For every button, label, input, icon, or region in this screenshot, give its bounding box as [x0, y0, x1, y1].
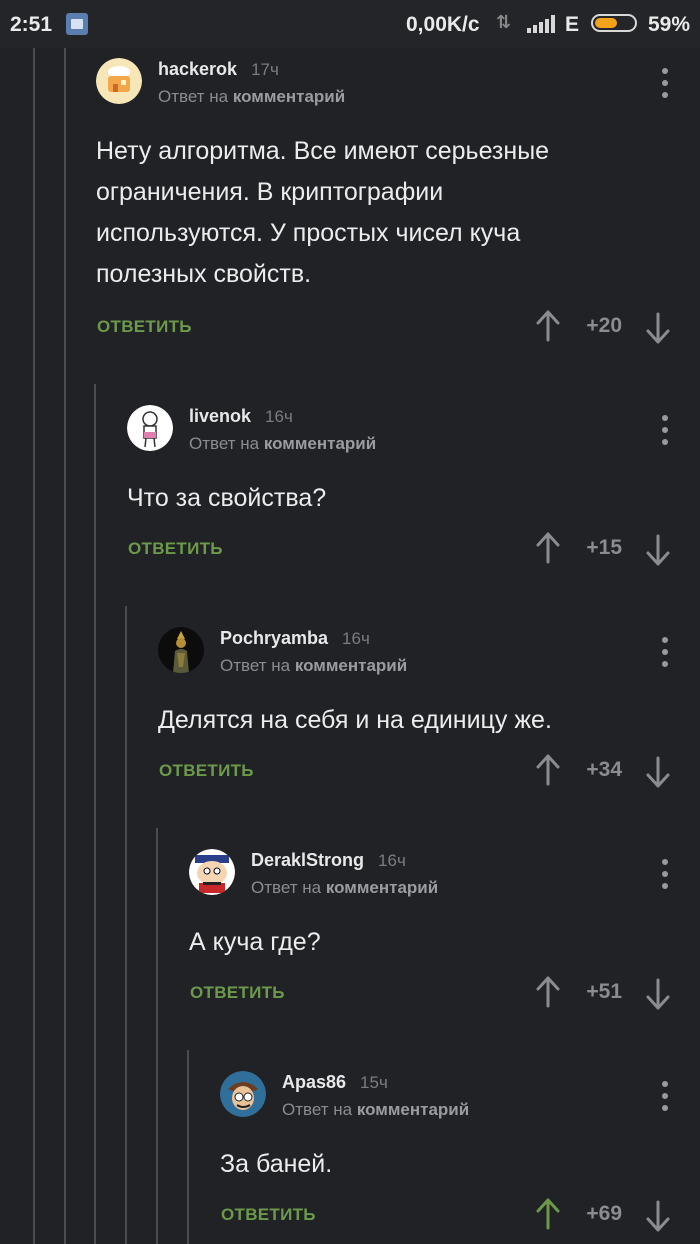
signal-icon [527, 15, 557, 33]
battery-percent: 59% [648, 13, 691, 36]
downvote-icon[interactable] [646, 312, 670, 344]
author-name[interactable]: Pochryamba 16ч [220, 628, 370, 649]
status-time: 2:51 [10, 13, 53, 36]
reply-target-link[interactable]: комментарий [295, 656, 407, 675]
status-bar: 2:51 0,00K/c ⇅ E 59% [0, 0, 700, 48]
reply-button[interactable]: ОТВЕТИТЬ [97, 317, 192, 337]
downvote-icon[interactable] [646, 978, 670, 1010]
battery-level [595, 18, 617, 28]
author-name[interactable]: hackerok 17ч [158, 59, 279, 80]
author-name[interactable]: livenok 16ч [189, 406, 293, 427]
upvote-icon[interactable] [536, 532, 560, 564]
comment-text: Что за свойства? [127, 484, 327, 512]
vote-score: +69 [586, 1202, 622, 1225]
reply-meta: Ответ на комментарий [220, 656, 408, 675]
reply-meta: Ответ на комментарий [189, 434, 377, 453]
reply-target-link[interactable]: комментарий [264, 434, 376, 453]
upvote-icon[interactable] [536, 1198, 560, 1230]
downvote-icon[interactable] [646, 1200, 670, 1232]
thread-line [94, 384, 96, 1244]
comment-text: Нету алгоритма. Все имеют серьезные огра… [96, 137, 550, 288]
vote-score: +51 [586, 980, 622, 1003]
battery-icon [591, 14, 637, 32]
vote-score: +20 [586, 314, 622, 337]
upvote-icon[interactable] [536, 310, 560, 342]
comment: DeraklStrong 16ч Ответ на комментарий А к… [189, 849, 700, 1024]
author-name[interactable]: Apas86 15ч [282, 1072, 388, 1093]
data-transfer-icon: ⇅ [496, 12, 512, 32]
comment: hackerok 17ч Ответ на комментарий Нету ал… [96, 58, 700, 358]
reply-button[interactable]: ОТВЕТИТЬ [128, 539, 223, 559]
thread-line [125, 606, 127, 1244]
reply-meta: Ответ на комментарий [251, 878, 439, 897]
network-speed: 0,00K/c [406, 13, 480, 36]
upvote-icon[interactable] [536, 754, 560, 786]
comment-text: А куча где? [189, 928, 321, 956]
reply-target-link[interactable]: комментарий [357, 1100, 469, 1119]
vote-score: +15 [586, 536, 622, 559]
upvote-icon[interactable] [536, 976, 560, 1008]
avatar[interactable] [189, 849, 235, 895]
reply-button[interactable]: ОТВЕТИТЬ [221, 1205, 316, 1225]
avatar[interactable] [127, 405, 173, 451]
downvote-icon[interactable] [646, 756, 670, 788]
comment-time: 15ч [360, 1073, 388, 1092]
network-type: E [565, 13, 580, 36]
reply-target-link[interactable]: комментарий [326, 878, 438, 897]
reply-meta: Ответ на комментарий [158, 87, 346, 106]
reply-meta: Ответ на комментарий [282, 1100, 470, 1119]
more-options-icon[interactable] [662, 859, 668, 889]
comment-time: 16ч [378, 851, 406, 870]
downvote-icon[interactable] [646, 534, 670, 566]
comment-time: 16ч [265, 407, 293, 426]
comment: Pochryamba 16ч Ответ на комментарий Делят… [158, 627, 700, 802]
more-options-icon[interactable] [662, 1081, 668, 1111]
more-options-icon[interactable] [662, 415, 668, 445]
comment-time: 17ч [251, 60, 279, 79]
thread-line [64, 48, 66, 1244]
vote-score: +34 [586, 758, 622, 781]
comment: Apas86 15ч Ответ на комментарий За баней.… [220, 1071, 700, 1244]
avatar[interactable] [220, 1071, 266, 1117]
more-options-icon[interactable] [662, 68, 668, 98]
author-name[interactable]: DeraklStrong 16ч [251, 850, 406, 871]
more-options-icon[interactable] [662, 637, 668, 667]
notification-icon [66, 13, 88, 35]
reply-button[interactable]: ОТВЕТИТЬ [159, 761, 254, 781]
reply-target-link[interactable]: комментарий [233, 87, 345, 106]
comment: livenok 16ч Ответ на комментарий Что за с… [127, 405, 700, 580]
comment-text: За баней. [220, 1150, 333, 1178]
comment-text: Делятся на себя и на единицу же. [158, 706, 552, 734]
reply-button[interactable]: ОТВЕТИТЬ [190, 983, 285, 1003]
thread-line [33, 48, 35, 1244]
thread-line [187, 1050, 189, 1244]
avatar[interactable] [96, 58, 142, 104]
thread-line [156, 828, 158, 1244]
avatar[interactable] [158, 627, 204, 673]
comment-time: 16ч [342, 629, 370, 648]
